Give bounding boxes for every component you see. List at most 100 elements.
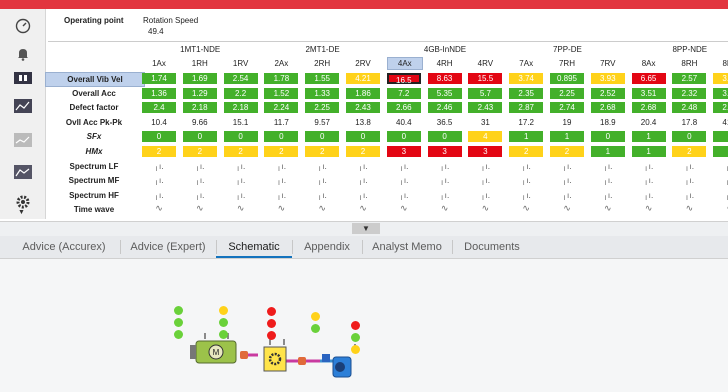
column-header-1rv[interactable]: 1RV — [224, 59, 258, 68]
value-cell[interactable]: 2.68 — [631, 102, 666, 114]
spectrum-icon[interactable]: ╷ı. — [550, 161, 584, 172]
value-cell[interactable]: 1 — [550, 131, 584, 143]
spectrum-icon[interactable]: ╷ı. — [264, 175, 298, 186]
value-cell[interactable]: 2 — [346, 146, 380, 157]
value-cell[interactable]: 2.43 — [346, 102, 380, 114]
tab-advice-expert[interactable]: Advice (Expert) — [120, 236, 216, 258]
tab-documents[interactable]: Documents — [452, 236, 532, 258]
value-cell[interactable]: 40.4 — [387, 117, 421, 128]
value-cell[interactable]: 1.29 — [182, 87, 217, 99]
value-cell[interactable]: 13.8 — [346, 117, 380, 128]
time-wave-icon[interactable]: ∿ — [468, 204, 502, 215]
spectrum-icon[interactable]: ╷ı. — [224, 161, 258, 172]
time-wave-icon[interactable]: ∿ — [387, 204, 421, 215]
spectrum-icon[interactable]: ╷ı. — [387, 175, 421, 186]
trend-icon[interactable] — [14, 131, 32, 149]
column-header-7ax[interactable]: 7Ax — [509, 59, 543, 68]
column-header-4rh[interactable]: 4RH — [428, 59, 462, 68]
spectrum-icon[interactable]: ╷ı. — [346, 175, 380, 186]
row-label[interactable]: Spectrum LF — [45, 160, 143, 173]
spectrum-icon[interactable]: ╷ı. — [468, 161, 502, 172]
column-header-2rv[interactable]: 2RV — [346, 59, 380, 68]
tab-appendix[interactable]: Appendix — [292, 236, 362, 258]
value-cell[interactable]: 3.51 — [631, 87, 666, 99]
column-header-2rh[interactable]: 2RH — [305, 59, 339, 68]
value-cell[interactable]: 2.32 — [672, 87, 707, 99]
value-cell[interactable]: 2 — [142, 146, 176, 157]
spectrum-icon[interactable]: ╷ı. — [183, 161, 217, 172]
time-wave-icon[interactable]: ∿ — [346, 204, 380, 215]
column-header-2ax[interactable]: 2Ax — [264, 59, 298, 68]
column-header-8ax[interactable]: 8Ax — [632, 59, 666, 68]
column-header-4ax[interactable]: 4Ax — [386, 57, 423, 70]
value-cell[interactable]: 2 — [223, 146, 258, 157]
value-cell[interactable]: 0 — [346, 131, 380, 143]
spectrum-icon[interactable]: ╷ı. — [305, 161, 339, 172]
tab-analyst-memo[interactable]: Analyst Memo — [362, 236, 452, 258]
value-cell[interactable]: 1 — [713, 146, 728, 157]
row-label[interactable]: Overall Vib Vel — [45, 72, 145, 87]
value-cell[interactable]: 2.43 — [468, 102, 503, 114]
value-cell[interactable]: 2 — [182, 146, 217, 157]
row-label[interactable]: SFx — [45, 130, 143, 143]
value-cell[interactable]: 2 — [672, 146, 707, 157]
value-cell[interactable]: 2.68 — [590, 102, 625, 114]
value-cell[interactable]: 2.18 — [223, 102, 258, 114]
spectrum-icon[interactable]: ╷ı. — [142, 175, 176, 186]
time-wave-icon[interactable]: ∿ — [672, 204, 706, 215]
value-cell[interactable]: 19 — [550, 117, 584, 128]
spectrum-icon[interactable]: ╷ı. — [713, 161, 728, 172]
value-cell[interactable]: 0 — [142, 131, 176, 143]
value-cell[interactable]: 3 — [386, 146, 421, 157]
row-label[interactable]: Defect factor — [45, 101, 143, 114]
value-cell[interactable]: 6.65 — [631, 73, 666, 84]
gauge-icon[interactable] — [14, 17, 32, 35]
row-label[interactable]: HMx — [45, 145, 143, 158]
time-wave-icon[interactable]: ∿ — [264, 204, 298, 215]
time-wave-icon[interactable]: ∿ — [713, 204, 728, 215]
value-cell[interactable]: 3.93 — [590, 73, 625, 84]
value-cell[interactable]: 2.54 — [223, 73, 258, 84]
value-cell[interactable]: 18.9 — [591, 117, 625, 128]
value-cell[interactable]: 9.66 — [183, 117, 217, 128]
value-cell[interactable]: 17.2 — [509, 117, 543, 128]
spectrum-icon[interactable]: ╷ı. — [428, 175, 462, 186]
value-cell[interactable]: 10.4 — [142, 117, 176, 128]
column-header-1rh[interactable]: 1RH — [183, 59, 217, 68]
spectrum-icon[interactable]: ╷ı. — [672, 190, 706, 201]
time-wave-icon[interactable]: ∿ — [142, 204, 176, 215]
value-cell[interactable]: 1 — [631, 146, 666, 157]
spectrum-icon[interactable]: ╷ı. — [224, 190, 258, 201]
spectrum-icon[interactable]: ╷ı. — [672, 161, 706, 172]
spectrum-icon[interactable]: ╷ı. — [713, 175, 728, 186]
spectrum-icon[interactable]: ╷ı. — [305, 190, 339, 201]
spectrum-icon[interactable]: ╷ı. — [387, 190, 421, 201]
time-wave-icon[interactable]: ∿ — [591, 204, 625, 215]
column-header-7rh[interactable]: 7RH — [550, 59, 584, 68]
value-cell[interactable]: 2 — [550, 146, 584, 157]
value-cell[interactable]: 31 — [468, 117, 502, 128]
splitter-handle[interactable]: ▼ — [352, 223, 380, 234]
value-cell[interactable]: 2.25 — [305, 102, 340, 114]
spectrum-icon[interactable]: ╷ı. — [346, 161, 380, 172]
spectrum-icon[interactable]: ╷ı. — [591, 190, 625, 201]
value-cell[interactable]: 15.5 — [468, 73, 503, 84]
value-cell[interactable]: 9.57 — [305, 117, 339, 128]
value-cell[interactable]: 0 — [264, 131, 299, 143]
spectrum-icon[interactable]: ╷ı. — [550, 190, 584, 201]
spectrum-icon[interactable]: ╷ı. — [509, 161, 543, 172]
value-cell[interactable]: 0 — [427, 131, 462, 143]
time-wave-icon[interactable]: ∿ — [305, 204, 339, 215]
spectrum-icon[interactable]: ╷ı. — [550, 175, 584, 186]
spectrum-icon[interactable]: ╷ı. — [672, 175, 706, 186]
value-cell[interactable]: 2 — [264, 146, 299, 157]
value-cell[interactable]: 2.46 — [427, 102, 462, 114]
row-label[interactable]: Ovll Acc Pk-Pk — [45, 116, 143, 129]
time-wave-icon[interactable]: ∿ — [224, 204, 258, 215]
value-cell[interactable]: 0 — [223, 131, 258, 143]
time-wave-icon[interactable]: ∿ — [509, 204, 543, 215]
spectrum-icon[interactable]: ╷ı. — [264, 161, 298, 172]
row-label[interactable]: Spectrum MF — [45, 174, 143, 187]
spectrum-icon[interactable]: ╷ı. — [509, 175, 543, 186]
value-cell[interactable]: 2.52 — [590, 87, 625, 99]
